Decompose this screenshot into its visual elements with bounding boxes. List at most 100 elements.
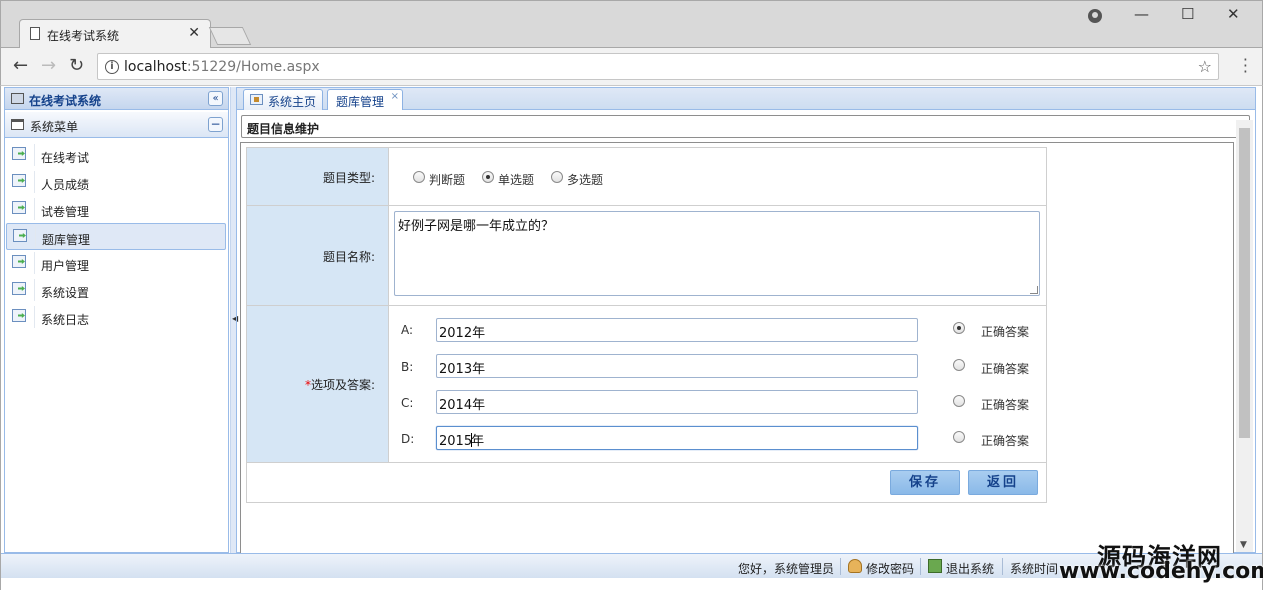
change-password-link[interactable]: 修改密码 — [866, 560, 914, 577]
correct-answer-label: 正确答案 — [981, 325, 1030, 339]
arrow-right-icon — [12, 147, 26, 160]
options-row: *选项及答案: A: 2012年 正确答案 B: 2013年 正确答案 C: 2… — [247, 306, 1046, 463]
sidebar-item-papers[interactable]: 试卷管理 — [6, 196, 226, 223]
correct-answer-radio-c[interactable] — [953, 395, 965, 407]
option-a-input[interactable]: 2012年 — [436, 318, 918, 342]
type-radio-single[interactable] — [482, 171, 494, 183]
app-area: 在线考试系统 « 系统菜单 − 在线考试 人员成绩 试卷管理 题库管理 用户管理… — [0, 86, 1263, 590]
option-letter: D: — [401, 432, 415, 446]
scrollbar-thumb[interactable] — [1239, 128, 1250, 438]
correct-answer-label: 正确答案 — [981, 398, 1030, 412]
correct-answer-radio-b[interactable] — [953, 359, 965, 371]
page-icon — [30, 27, 40, 40]
tab-close-icon[interactable]: × — [391, 91, 399, 102]
sidebar-item-label: 系统日志 — [41, 313, 90, 327]
tab-close-icon[interactable]: ✕ — [188, 25, 200, 41]
window-icon — [11, 119, 24, 130]
arrow-right-icon — [13, 229, 27, 242]
browser-menu-icon[interactable]: · · · — [1243, 52, 1248, 80]
type-radio-label: 单选题 — [498, 173, 535, 187]
option-b-input[interactable]: 2013年 — [436, 354, 918, 378]
tab-label: 题库管理 — [336, 95, 385, 109]
tab-question-bank[interactable]: 题库管理 × — [327, 89, 403, 110]
name-label-cell: 题目名称: — [247, 206, 389, 305]
tab-home[interactable]: 系统主页 — [243, 89, 323, 110]
maximize-button[interactable]: ☐ — [1181, 5, 1194, 23]
home-icon — [250, 94, 263, 105]
app-tabstrip: 系统主页 题库管理 × — [237, 88, 1255, 110]
sidebar-item-label: 题库管理 — [42, 233, 91, 247]
arrow-right-icon — [12, 201, 26, 214]
sidebar-item-users[interactable]: 用户管理 — [6, 250, 226, 277]
correct-answer-radio-d[interactable] — [953, 431, 965, 443]
greeting-text: 您好，系统管理员 — [738, 562, 835, 576]
option-letter: C: — [401, 396, 414, 410]
type-radio-multiple[interactable] — [551, 171, 563, 183]
resize-grip-icon[interactable] — [1030, 286, 1038, 294]
sidebar-item-scores[interactable]: 人员成绩 — [6, 169, 226, 196]
option-c-input[interactable]: 2014年 — [436, 390, 918, 414]
url-text: localhost:51229/Home.aspx — [124, 59, 320, 75]
close-window-button[interactable]: ✕ — [1227, 5, 1240, 23]
sidebar-item-label: 在线考试 — [41, 151, 90, 165]
system-time-label: 系统时间 — [1010, 562, 1059, 576]
url-path: :51229/Home.aspx — [186, 59, 320, 75]
profile-icon[interactable] — [1088, 9, 1102, 23]
question-name-textarea[interactable]: 好例子网是哪一年成立的？ — [394, 211, 1040, 296]
main-region: 系统主页 题库管理 × 题目信息维护 题目类型: 判断题 单选题 多选题 题目名… — [236, 87, 1256, 554]
arrow-right-icon — [12, 282, 26, 295]
option-d-input[interactable]: 2015年 — [436, 426, 918, 450]
option-b-value: 2013年 — [439, 362, 486, 377]
correct-answer-radio-a[interactable] — [953, 322, 965, 334]
sidebar-item-label: 试卷管理 — [41, 205, 90, 219]
menu-header[interactable]: 系统菜单 − — [5, 112, 228, 138]
tab-label: 系统主页 — [268, 95, 317, 109]
browser-toolbar: ← → ↻ i localhost:51229/Home.aspx ☆ · · · — [0, 48, 1263, 86]
watermark-url-text: www.codehy.com — [1059, 559, 1263, 584]
browser-tab[interactable]: 在线考试系统 ✕ — [19, 19, 211, 49]
watermark: 源码海洋网 www.codehy.com — [1053, 535, 1263, 587]
menu-list: 在线考试 人员成绩 试卷管理 题库管理 用户管理 系统设置 系统日志 — [5, 142, 228, 331]
sidebar-item-online-exam[interactable]: 在线考试 — [6, 142, 226, 169]
type-row: 题目类型: 判断题 单选题 多选题 — [247, 148, 1046, 206]
sidebar-item-label: 人员成绩 — [41, 178, 90, 192]
menu-collapse-button[interactable]: − — [208, 117, 223, 132]
minimize-button[interactable]: — — [1134, 5, 1149, 23]
option-letter: B: — [401, 360, 414, 374]
type-radio-label: 多选题 — [567, 173, 604, 187]
arrow-right-icon — [12, 174, 26, 187]
sidebar-title: 在线考试系统 — [29, 94, 102, 108]
content-panel: 题目类型: 判断题 单选题 多选题 题目名称: 好例子网是哪一年成立的？ *选项… — [240, 142, 1234, 554]
forward-button[interactable]: → — [41, 55, 56, 76]
type-label-cell: 题目类型: — [247, 148, 389, 205]
sidebar: 在线考试系统 « 系统菜单 − 在线考试 人员成绩 试卷管理 题库管理 用户管理… — [4, 87, 229, 553]
computer-icon — [11, 93, 24, 104]
logout-link[interactable]: 退出系统 — [946, 560, 994, 577]
sidebar-item-settings[interactable]: 系统设置 — [6, 277, 226, 304]
vertical-scrollbar[interactable]: ▼ — [1236, 120, 1253, 552]
option-a-value: 2012年 — [439, 326, 486, 341]
bookmark-star-icon[interactable]: ☆ — [1198, 57, 1212, 76]
new-tab-button[interactable] — [208, 27, 252, 45]
sidebar-item-logs[interactable]: 系统日志 — [6, 304, 226, 331]
option-letter: A: — [401, 323, 414, 337]
back-button[interactable]: ← — [13, 55, 28, 76]
site-info-icon[interactable]: i — [105, 60, 119, 74]
name-label: 题目名称: — [322, 250, 375, 264]
save-button[interactable]: 保存 — [890, 470, 960, 495]
reload-button[interactable]: ↻ — [69, 55, 84, 76]
options-label-cell: *选项及答案: — [247, 306, 389, 462]
address-bar[interactable]: i localhost:51229/Home.aspx ☆ — [97, 53, 1219, 80]
sidebar-item-question-bank[interactable]: 题库管理 — [6, 223, 226, 250]
form-title: 题目信息维护 — [247, 122, 320, 136]
arrow-right-icon — [12, 309, 26, 322]
collapse-sidebar-button[interactable]: « — [208, 91, 223, 106]
back-button[interactable]: 返回 — [968, 470, 1038, 495]
arrow-right-icon — [12, 255, 26, 268]
option-d-value-after: 年 — [471, 434, 485, 449]
user-icon — [848, 559, 862, 573]
option-c-value: 2014年 — [439, 398, 486, 413]
sidebar-header: 在线考试系统 « — [5, 88, 228, 110]
type-radio-judge[interactable] — [413, 171, 425, 183]
correct-answer-label: 正确答案 — [981, 434, 1030, 448]
